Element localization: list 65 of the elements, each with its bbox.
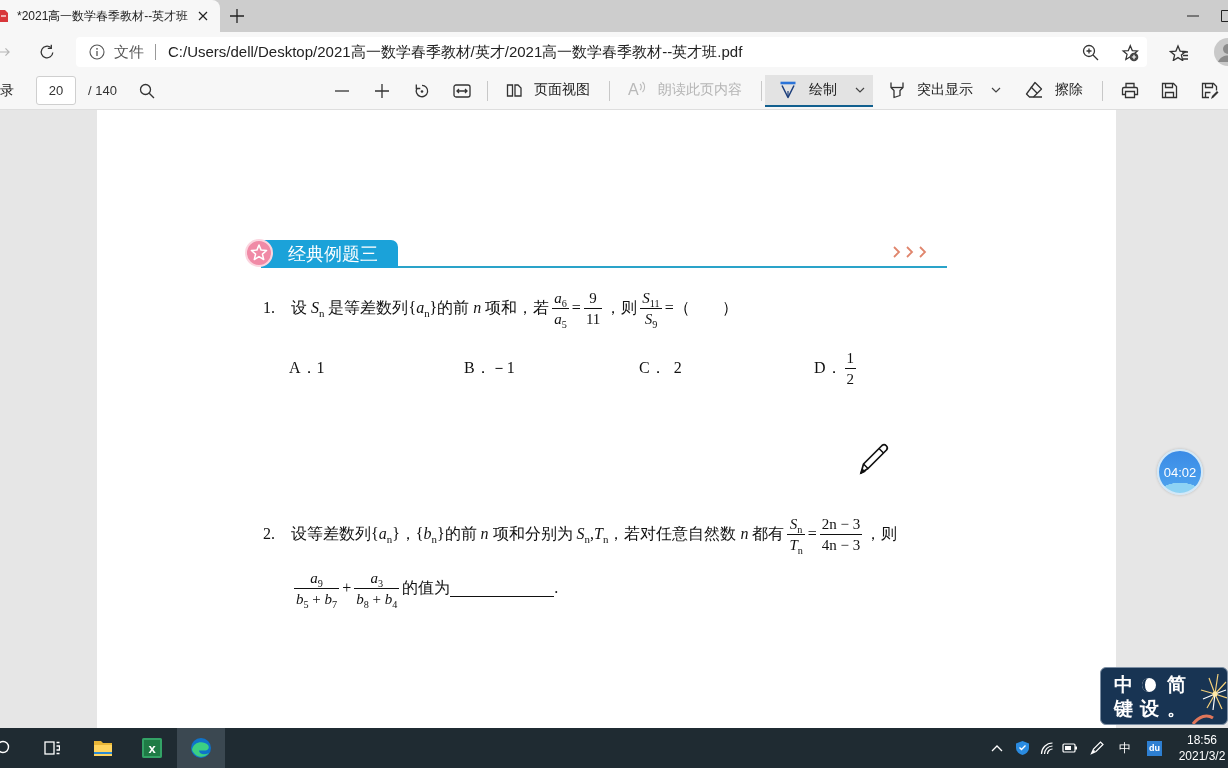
plus-icon (373, 82, 390, 99)
caret-up-icon[interactable] (991, 743, 1003, 753)
clock-time[interactable]: 18:56 (1187, 732, 1217, 748)
punctuation-button[interactable]: 。 (1166, 698, 1186, 720)
answer-option: B．－1 (464, 357, 515, 379)
minus-icon (333, 89, 350, 92)
favorites-icon[interactable] (1169, 43, 1188, 61)
erase-button[interactable]: 擦除 (1018, 74, 1089, 107)
battery-icon[interactable] (1062, 741, 1078, 755)
taskbar-button[interactable] (177, 728, 225, 768)
input-language-indicator[interactable]: 中 (1119, 741, 1131, 755)
draw-button[interactable]: 绘制 (764, 74, 873, 107)
info-icon (89, 44, 105, 60)
caret-down-icon (854, 86, 865, 93)
task-view-icon[interactable] (44, 741, 60, 755)
browser-tab[interactable]: *2021高一数学春季教材--英才班 (0, 0, 220, 32)
search-icon (138, 82, 155, 99)
eraser-icon (1024, 80, 1043, 99)
highlighter-icon (888, 80, 905, 99)
contents-button[interactable]: 录 (0, 81, 14, 100)
plus-icon (230, 9, 244, 23)
question-text: a$_{9}$ b$_{5}$ + b$_{7}$ + a$_{3}$ b$_{8}$ + b$_{4}$ 的值为 (293, 568, 451, 608)
tray-badge-icon[interactable]: du (1147, 740, 1162, 756)
site-info-button[interactable]: 文件 (89, 42, 144, 62)
caret-down-icon (990, 86, 1001, 93)
refresh-icon[interactable] (39, 44, 55, 60)
page-count-text: / 140 (88, 83, 117, 98)
page-view-icon (505, 81, 522, 98)
close-icon (198, 11, 208, 21)
rotate-icon (413, 82, 430, 99)
half-moon-icon[interactable] (1141, 677, 1157, 693)
address-field[interactable]: 文件 C:/Users/dell/Desktop/2021高一数学春季教材/英才/2021高一数学春季教材--英才班.pdf (76, 37, 1147, 67)
file-icon (0, 9, 8, 23)
page-view-button[interactable]: 页面视图 (499, 74, 596, 107)
page-number-field[interactable]: 20 (36, 76, 76, 105)
pen-icon[interactable] (1090, 741, 1104, 755)
save-icon (1161, 82, 1179, 99)
answer-option: A．1 (289, 357, 325, 379)
search-icon[interactable] (0, 740, 10, 756)
save-as-icon (1200, 81, 1219, 100)
network-icon[interactable] (1040, 741, 1055, 755)
folder-icon (93, 739, 113, 757)
pen-icon (778, 80, 797, 99)
section-title: 经典例题三 (261, 240, 398, 268)
question-number: 1. (263, 298, 276, 318)
keyboard-button[interactable]: 键 (1113, 698, 1133, 720)
script-button[interactable]: 简 (1166, 674, 1186, 696)
question-text: . (554, 579, 559, 597)
taskbar-button[interactable]: x (128, 728, 176, 768)
avatar-icon[interactable] (1213, 38, 1228, 66)
shield-icon[interactable] (1015, 740, 1030, 756)
zoom-in-icon[interactable] (1082, 43, 1099, 61)
highlight-button[interactable]: 突出显示 (882, 74, 1007, 107)
spreadsheet-icon: x (142, 738, 162, 758)
print-icon (1120, 82, 1139, 99)
language-mode-button[interactable]: 中 (1113, 674, 1133, 696)
url-text: C:/Users/dell/Desktop/2021高一数学春季教材/英才/2021高一数学春季教材--英才班.pdf (168, 42, 743, 62)
answer-option: C． 2 (639, 357, 682, 379)
fit-width-icon (452, 83, 471, 98)
settings-button[interactable]: 设 (1139, 698, 1159, 720)
clock-date[interactable]: 2021/3/2 (1178, 748, 1226, 764)
question-number: 2. (263, 524, 276, 544)
add-favorite-icon[interactable] (1120, 42, 1139, 62)
maximize-icon[interactable] (1221, 10, 1228, 22)
browser-icon (190, 737, 212, 759)
